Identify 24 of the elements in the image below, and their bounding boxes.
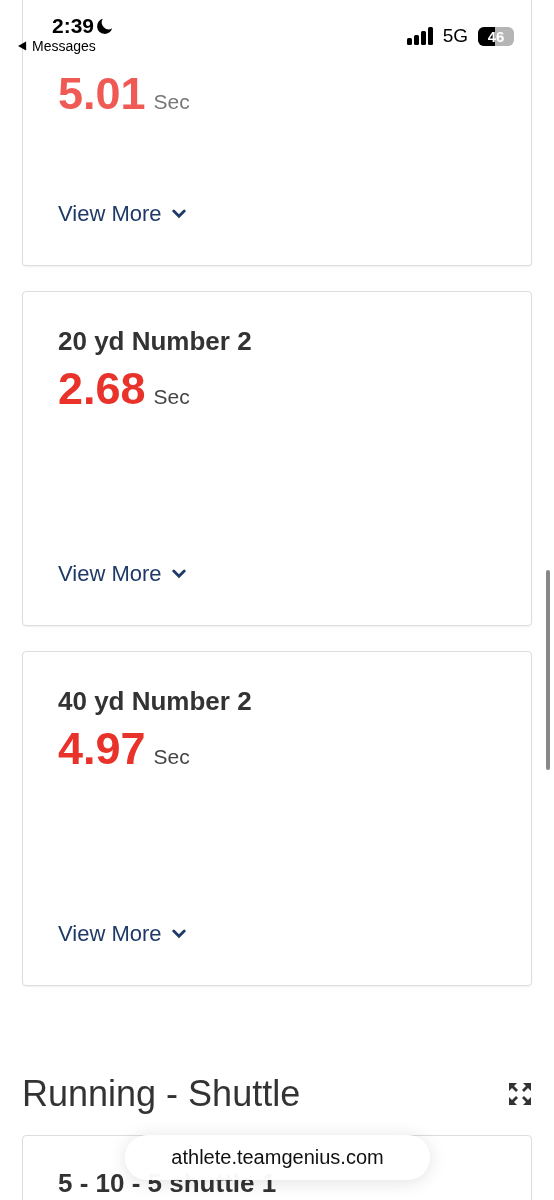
- result-value: 2.68: [58, 363, 146, 415]
- result-unit: Sec: [153, 745, 190, 769]
- result-unit: Sec: [153, 90, 190, 114]
- test-title: 20 yd Number 2: [58, 326, 252, 357]
- expand-icon[interactable]: [508, 1082, 532, 1106]
- view-more-link[interactable]: View More: [58, 561, 186, 587]
- view-more-link[interactable]: View More: [58, 921, 186, 947]
- moon-icon: [96, 17, 114, 35]
- chevron-down-icon: [171, 209, 186, 219]
- result-unit: Sec: [153, 385, 190, 409]
- result-value: 4.97: [58, 723, 146, 775]
- section-title: Running - Shuttle: [22, 1073, 301, 1115]
- chevron-down-icon: [171, 569, 186, 579]
- status-time: 2:39: [52, 14, 95, 38]
- back-link[interactable]: Messages: [18, 38, 114, 54]
- chevron-down-icon: [171, 929, 186, 939]
- network-label: 5G: [442, 25, 468, 47]
- test-title: 40 yd Number 2: [58, 686, 252, 717]
- view-more-link[interactable]: View More: [58, 201, 186, 227]
- result-value: 5.01: [58, 68, 146, 120]
- scrollbar[interactable]: [546, 570, 550, 770]
- url-bar[interactable]: athlete.teamgenius.com: [125, 1135, 430, 1180]
- signal-icon: [406, 27, 433, 45]
- back-arrow-icon: [18, 41, 27, 51]
